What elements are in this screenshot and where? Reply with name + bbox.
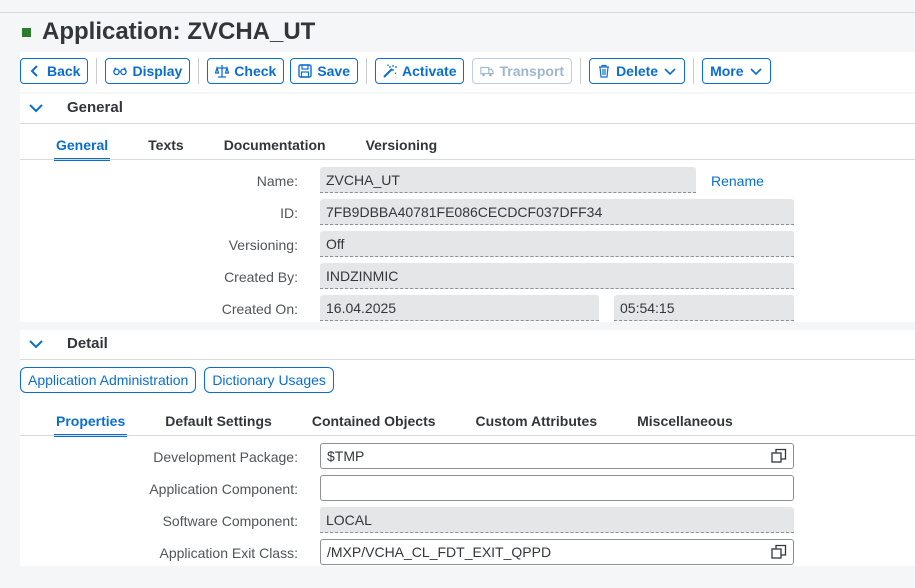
magic-wand-icon [383, 64, 398, 78]
tab-documentation[interactable]: Documentation [224, 137, 326, 161]
tab-general[interactable]: General [53, 137, 111, 161]
save-icon [298, 64, 313, 78]
display-label: Display [132, 63, 183, 79]
development-package-field[interactable]: $TMP [320, 443, 794, 469]
development-package-value: $TMP [327, 448, 365, 464]
software-component-label: Software Component: [162, 513, 298, 529]
activate-label: Activate [402, 63, 457, 79]
tab-custom-attributes[interactable]: Custom Attributes [476, 413, 598, 437]
tab-versioning[interactable]: Versioning [366, 137, 438, 161]
chevron-down-icon[interactable] [28, 100, 44, 116]
page-header: Application: ZVCHA_UT [22, 18, 315, 46]
application-administration-button[interactable]: Application Administration [20, 367, 197, 393]
more-button[interactable]: More [702, 58, 771, 84]
toolbar-separator [580, 58, 582, 84]
save-button[interactable]: Save [290, 58, 359, 84]
created-on-date-field: 16.04.2025 [320, 295, 599, 321]
id-label: ID: [280, 205, 298, 221]
back-button[interactable]: Back [20, 58, 89, 84]
id-field: 7FB9DBBA40781FE086CECDCF037DFF34 [320, 199, 794, 225]
created-on-time-field: 05:54:15 [614, 295, 794, 321]
tabs-divider [20, 159, 915, 160]
delete-button[interactable]: Delete [589, 58, 686, 84]
truck-icon [480, 66, 495, 77]
more-label: More [710, 63, 744, 79]
software-component-field: LOCAL [320, 507, 794, 533]
name-field: ZVCHA_UT [320, 167, 696, 193]
toolbar-separator [198, 58, 200, 84]
divider [20, 359, 915, 360]
tab-contained-objects[interactable]: Contained Objects [312, 413, 436, 437]
tab-miscellaneous[interactable]: Miscellaneous [637, 413, 733, 437]
scales-icon [215, 65, 230, 78]
save-label: Save [317, 63, 351, 79]
chevron-down-icon [664, 68, 676, 76]
trash-icon [599, 64, 610, 78]
tab-texts[interactable]: Texts [148, 137, 184, 161]
toolbar-separator [366, 58, 368, 84]
tab-default-settings[interactable]: Default Settings [165, 413, 272, 437]
toolbar-separator [693, 58, 695, 84]
activate-button[interactable]: Activate [375, 58, 465, 84]
general-section-header[interactable]: General [20, 99, 123, 116]
application-component-label: Application Component: [149, 481, 298, 497]
toolbar-separator [96, 58, 98, 84]
versioning-field: Off [320, 231, 794, 257]
copy-icon[interactable] [771, 448, 787, 464]
versioning-label: Versioning: [228, 237, 298, 253]
application-exit-class-field[interactable]: /MXP/VCHA_CL_FDT_EXIT_QPPD [320, 539, 794, 565]
transport-label: Transport [499, 63, 565, 79]
check-label: Check [234, 63, 277, 79]
chevron-left-icon [30, 65, 38, 77]
created-by-label: Created By: [224, 269, 298, 285]
glasses-icon [113, 67, 128, 76]
tabs-divider [20, 435, 915, 436]
application-component-field[interactable] [320, 475, 794, 501]
general-section-title: General [67, 99, 123, 116]
development-package-label: Development Package: [153, 449, 298, 465]
application-exit-class-value: /MXP/VCHA_CL_FDT_EXIT_QPPD [327, 544, 552, 560]
created-on-label: Created On: [221, 301, 298, 317]
active-status-icon [22, 27, 31, 37]
display-button[interactable]: Display [105, 58, 191, 84]
copy-icon[interactable] [771, 544, 787, 560]
top-divider [0, 12, 915, 13]
detail-tabs: Properties Default Settings Contained Ob… [53, 413, 773, 437]
rename-link[interactable]: Rename [711, 173, 764, 189]
divider [20, 123, 915, 124]
detail-section-header[interactable]: Detail [20, 335, 108, 352]
dictionary-usages-button[interactable]: Dictionary Usages [204, 367, 334, 393]
application-exit-class-label: Application Exit Class: [159, 545, 298, 561]
chevron-down-icon [749, 68, 762, 76]
chevron-down-icon[interactable] [28, 336, 44, 352]
page-title: Application: ZVCHA_UT [42, 18, 316, 45]
name-label: Name: [256, 173, 298, 189]
tab-properties[interactable]: Properties [53, 413, 128, 437]
back-label: Back [47, 63, 81, 79]
detail-section-title: Detail [67, 335, 108, 352]
general-tabs: General Texts Documentation Versioning [53, 137, 477, 161]
transport-button[interactable]: Transport [472, 58, 573, 84]
check-button[interactable]: Check [207, 58, 285, 84]
detail-buttons: Application Administration Dictionary Us… [20, 367, 334, 393]
toolbar: Back Display Check Save Activate Transpo… [20, 58, 771, 84]
created-by-field: INDZINMIC [320, 263, 794, 289]
delete-label: Delete [616, 63, 659, 79]
